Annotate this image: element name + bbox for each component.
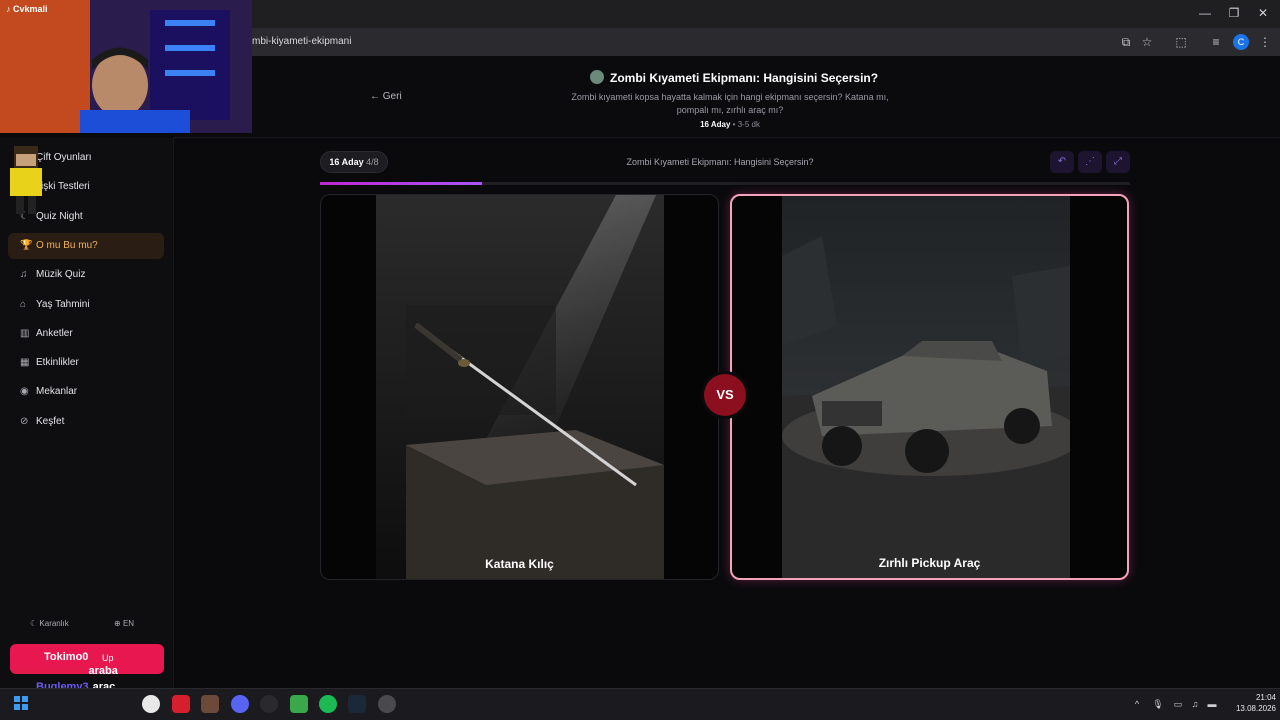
fullscreen-button[interactable]: ⤢ (1106, 151, 1130, 173)
calendar-icon: ▦ (20, 357, 30, 369)
page-meta: 16 Aday • 3-5 dk (700, 120, 760, 129)
sidebar-item[interactable]: ⌂ Yaş Tahmini (8, 292, 164, 318)
menu-icon[interactable]: ⋮ (1256, 33, 1274, 51)
pill-progress: 4/8 (366, 157, 379, 167)
cast-icon[interactable]: ⧉ (1117, 33, 1135, 51)
pill-count: 16 Aday (329, 157, 364, 167)
katana-image (376, 195, 664, 579)
star-icon[interactable]: ☆ (1138, 33, 1156, 51)
page-title: Zombi Kıyameti Ekipmanı: Hangisini Seçer… (590, 70, 880, 85)
chat-text: araba (88, 665, 118, 677)
minecraft-character-icon (10, 146, 42, 214)
sidebar-item-label: Yaş Tahmini (36, 298, 90, 310)
page-subtitle: Zombi kıyameti kopsa hayatta kalmak için… (571, 92, 889, 115)
minimize-icon[interactable]: — (1198, 6, 1212, 20)
windows-start-icon[interactable] (14, 696, 28, 710)
chrome-taskbar-icon[interactable] (142, 695, 160, 713)
zombie-icon (590, 70, 604, 84)
vs-badge: VS (704, 374, 746, 416)
app-taskbar-icon[interactable] (172, 695, 190, 713)
globe-icon: ⊕ (114, 619, 123, 628)
moon-icon: ☾ (30, 619, 40, 628)
theme-label: Karanlık (39, 619, 69, 628)
sidebar-item[interactable]: ♫ Müzik Quiz (8, 262, 164, 288)
trophy-icon: 🏆 (20, 239, 33, 251)
sidebar-item-label: Anketler (36, 327, 73, 339)
meta-duration: 3-5 dk (737, 120, 760, 129)
choice-card-left[interactable]: Katana Kılıç (320, 194, 719, 580)
progress-fill (320, 182, 482, 185)
tiktok-icon: ♪ (6, 4, 14, 14)
microphone-icon[interactable]: 🎙 (1151, 697, 1165, 711)
battery-icon[interactable]: ▬ (1205, 697, 1219, 711)
sidebar-item[interactable]: ▦ Etkinlikler (8, 350, 164, 376)
sidebar-item-label: Etkinlikler (36, 357, 79, 369)
undo-button[interactable]: ↶ (1050, 151, 1074, 173)
map-pin-icon: ◉ (20, 386, 29, 398)
sidebar-item[interactable]: ▥ Anketler (8, 321, 164, 347)
back-label: Geri (382, 91, 402, 102)
cake-icon: ⌂ (20, 298, 27, 310)
webcam-feed (0, 0, 252, 133)
xbox-taskbar-icon[interactable] (319, 695, 337, 713)
back-link[interactable]: ← Geri (370, 91, 402, 102)
chat-message: Emirhan6270 araba (16, 665, 118, 677)
obs-taskbar-icon[interactable] (378, 695, 396, 713)
volume-icon[interactable]: ♫ (1188, 697, 1202, 711)
meta-count: 16 Aday (700, 120, 731, 129)
restore-icon[interactable]: ❐ (1227, 6, 1241, 20)
language-toggle[interactable]: ⊕ EN (114, 619, 134, 628)
sidebar-item[interactable]: ◉ Mekanlar (8, 379, 164, 405)
logitech-taskbar-icon[interactable] (260, 695, 278, 713)
choice-card-right[interactable]: Zırhlı Pickup Araç (730, 194, 1129, 580)
clock-time: 21:04 (1255, 693, 1276, 702)
language-label: EN (122, 619, 135, 628)
tokimo-button-label: Tokimo0 (44, 651, 89, 663)
right-choice-label: Zırhlı Pickup Araç (878, 556, 981, 570)
discord-taskbar-icon[interactable] (231, 695, 249, 713)
clock[interactable]: 21:04 13.08.2026 (1226, 692, 1276, 714)
channel-name: ♪ Cvkmali (6, 4, 48, 14)
chat-username: Emirhan6270 (16, 665, 85, 677)
url-text[interactable]: mbi-kiyameti-ekipmani (252, 33, 351, 51)
chevron-up-icon[interactable]: ^ (1130, 697, 1144, 711)
candidate-pill: 16 Aday 4/8 (320, 151, 388, 173)
compass-icon: ⊘ (20, 415, 29, 427)
sidebar-item-label: Mekanlar (36, 386, 78, 398)
steam-taskbar-icon[interactable] (348, 695, 366, 713)
sidebar-item-label: Keşfet (36, 415, 65, 427)
media-icon[interactable]: ≡ (1207, 33, 1225, 51)
share-icon: ⋰ (1085, 156, 1095, 167)
webcam-overlay (0, 0, 252, 133)
minecraft-taskbar-icon[interactable] (290, 695, 308, 713)
fullscreen-icon: ⤢ (1114, 156, 1122, 167)
armored-pickup-image (782, 196, 1070, 578)
network-icon[interactable]: ▭ (1171, 697, 1185, 711)
extensions-icon[interactable]: ⬚ (1172, 33, 1190, 51)
arrow-left-icon: ← (370, 91, 383, 102)
clock-date: 13.08.2026 (1235, 704, 1276, 713)
taskbar (0, 688, 1280, 720)
channel-name-text: Cvkmali (13, 4, 48, 14)
sidebar-item[interactable]: ⊘ Keşfet (8, 409, 164, 435)
page-title-text: Zombi Kıyameti Ekipmanı: Hangisini Seçer… (610, 71, 879, 85)
headphones-icon: ♫ (20, 269, 28, 281)
tokimo-button-suffix: Up (102, 653, 114, 663)
left-choice-label: Katana Kılıç (485, 557, 554, 571)
sidebar-item-label: O mu Bu mu? (36, 239, 98, 251)
share-button[interactable]: ⋰ (1078, 151, 1102, 173)
game-title: Zombi Kıyameti Ekipmanı: Hangisini Seçer… (626, 157, 814, 167)
bar-chart-icon: ▥ (20, 327, 30, 339)
close-icon[interactable]: ✕ (1256, 6, 1270, 20)
sidebar-item[interactable]: 🏆 O mu Bu mu? (8, 232, 164, 259)
undo-icon: ↶ (1057, 156, 1067, 167)
game-taskbar-icon[interactable] (201, 695, 219, 713)
profile-avatar[interactable]: C (1233, 34, 1249, 50)
theme-toggle[interactable]: ☾ Karanlık (30, 619, 69, 628)
sidebar-item-label: Müzik Quiz (36, 269, 86, 281)
